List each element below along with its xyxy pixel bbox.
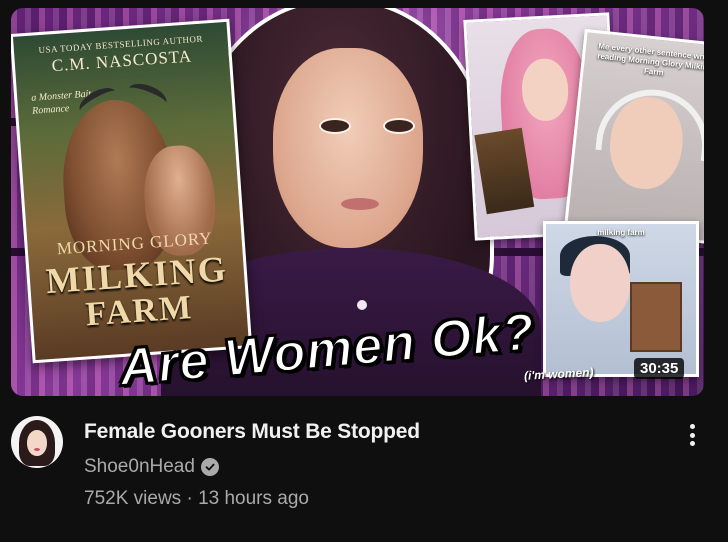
menu-dot — [689, 441, 695, 446]
channel-name[interactable]: Shoe0nHead — [84, 456, 195, 478]
video-meta: 752K views · 13 hours ago — [84, 488, 309, 510]
check-circle-icon — [200, 458, 219, 476]
upload-age: 13 hours ago — [198, 488, 309, 509]
more-vert-icon[interactable] — [680, 420, 704, 450]
person-face — [273, 48, 423, 248]
duration-badge: 30:35 — [634, 358, 685, 379]
channel-row: Shoe0nHead — [84, 456, 219, 478]
avatar-face — [27, 430, 47, 456]
book-cover: USA TODAY BESTSELLING AUTHOR C.M. NASCOS… — [11, 18, 253, 364]
video-thumbnail[interactable]: USA TODAY BESTSELLING AUTHOR C.M. NASCOS… — [11, 8, 704, 396]
right-eye — [383, 118, 415, 134]
clip-caption: Me every other sentence while reading Mo… — [596, 41, 704, 78]
avatar-lips — [34, 448, 40, 451]
reaction-clip-glasses: milking farm — [543, 221, 699, 377]
clip-book — [630, 282, 682, 352]
menu-dot — [689, 424, 695, 429]
lips — [341, 198, 379, 210]
view-count: 752K views — [84, 488, 182, 509]
clip-face — [570, 244, 630, 322]
reaction-clip-headphones: Me every other sentence while reading Mo… — [563, 28, 704, 245]
meta-separator: · — [186, 488, 193, 509]
clip-caption-small: milking farm — [597, 228, 645, 237]
menu-dot — [689, 432, 695, 438]
left-eye — [319, 118, 351, 134]
channel-avatar[interactable] — [11, 416, 63, 468]
necklace-bead — [357, 300, 367, 310]
video-title[interactable]: Female Gooners Must Be Stopped — [84, 420, 420, 444]
